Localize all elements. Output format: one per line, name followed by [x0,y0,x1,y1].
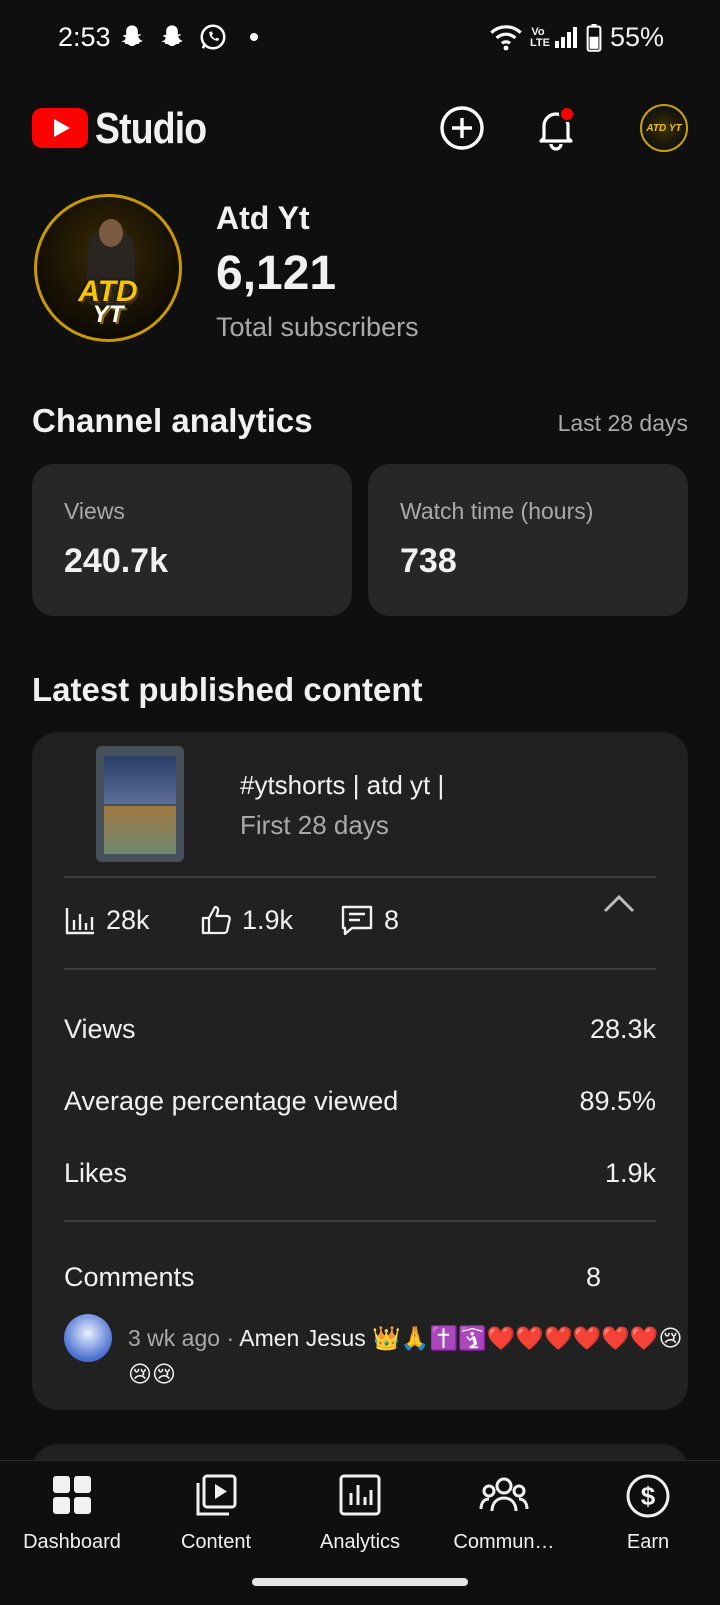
bell-icon [539,106,575,151]
comment-time: 3 wk ago · [128,1325,240,1351]
battery-percent: 55% [609,22,664,52]
analytics-range: Last 28 days [557,410,688,436]
comments-stat-value: 8 [384,904,400,935]
watch-time-card-label: Watch time (hours) [400,498,594,524]
plus-circle-icon [440,106,484,150]
watch-time-card[interactable]: Watch time (hours) 738 [368,464,688,616]
latest-comment[interactable]: 3 wk ago · Amen Jesus 👑🙏✝️🛐❤️❤️❤️❤️❤️❤️😢… [128,1320,688,1392]
thumbnail-top [104,756,176,804]
content-icon [196,1474,237,1516]
snapchat-icon [161,25,183,47]
video-thumbnail[interactable] [96,746,184,862]
channel-avatar[interactable]: ATD YT [34,194,182,342]
avatar-face [99,219,123,247]
bar-chart-icon [65,908,94,935]
views-row-value: 28.3k [589,1014,656,1044]
nav-earn-label: Earn [626,1531,670,1553]
svg-text:$: $ [641,1481,656,1511]
chevron-up-icon[interactable] [602,892,636,916]
latest-content-title: Latest published content [32,671,423,708]
nav-community-label: Commun… [453,1531,555,1553]
system-icons: Vo LTE 55% [490,22,664,53]
views-card[interactable]: Views 240.7k [32,464,352,616]
home-indicator[interactable] [252,1578,468,1586]
thumbs-up-icon [201,905,231,935]
community-icon [479,1477,529,1512]
thumbnail-bottom [104,806,176,854]
likes-row-label: Likes [64,1158,128,1188]
likes-stat-value: 1.9k [242,904,294,935]
wifi-icon [490,24,522,50]
views-stat-value: 28k [106,904,150,935]
avg-percent-row-value: 89.5% [579,1086,656,1116]
divider [64,1220,656,1222]
latest-content-card: #ytshorts | atd yt | First 28 days 28k 1… [32,732,688,1410]
analytics-icon [339,1474,381,1516]
snapchat-icon [121,25,143,47]
watch-time-card-value: 738 [400,542,457,580]
earn-icon: $ [626,1474,670,1518]
nav-dashboard-label: Dashboard [23,1531,121,1553]
account-avatar[interactable]: ATD YT [640,104,688,152]
dashboard-icon [53,1476,91,1514]
comments-row-label[interactable]: Comments [64,1262,195,1293]
youtube-logo-icon [32,108,88,148]
channel-name: Atd Yt [216,200,310,236]
volte-icon: Vo LTE [529,25,550,49]
whatsapp-icon [200,24,226,50]
dot-icon [250,33,258,41]
app-title: Studio [95,104,207,153]
subscriber-count: 6,121 [216,247,337,300]
nav-content-label: Content [180,1531,252,1553]
video-period: First 28 days [240,810,389,840]
status-time: 2:53 [58,22,111,52]
views-row-label: Views [64,1014,136,1044]
video-title[interactable]: #ytshorts | atd yt | [240,770,444,801]
notifications-button[interactable] [532,104,580,152]
views-card-label: Views [64,498,125,524]
likes-stat: 1.9k [200,904,293,936]
notification-icons [118,22,258,52]
views-card-value: 240.7k [64,542,168,580]
signal-icon [554,26,577,48]
avatar-brand-line2: YT [92,301,124,328]
views-stat: 28k [64,904,150,936]
subscriber-label: Total subscribers [216,312,419,342]
battery-icon [586,23,602,52]
comment-icon [341,905,373,936]
likes-row-value: 1.9k [604,1158,656,1188]
divider [64,968,656,970]
divider [64,876,656,878]
avg-percent-row-label: Average percentage viewed [64,1086,399,1116]
nav-analytics-label: Analytics [319,1531,401,1553]
channel-analytics-title: Channel analytics [32,402,313,439]
commenter-avatar [64,1314,112,1362]
create-button[interactable] [438,104,486,152]
status-bar: 2:53 Vo LTE 55% [0,0,720,80]
comments-stat: 8 [340,904,399,936]
comments-row-value: 8 [586,1262,602,1292]
